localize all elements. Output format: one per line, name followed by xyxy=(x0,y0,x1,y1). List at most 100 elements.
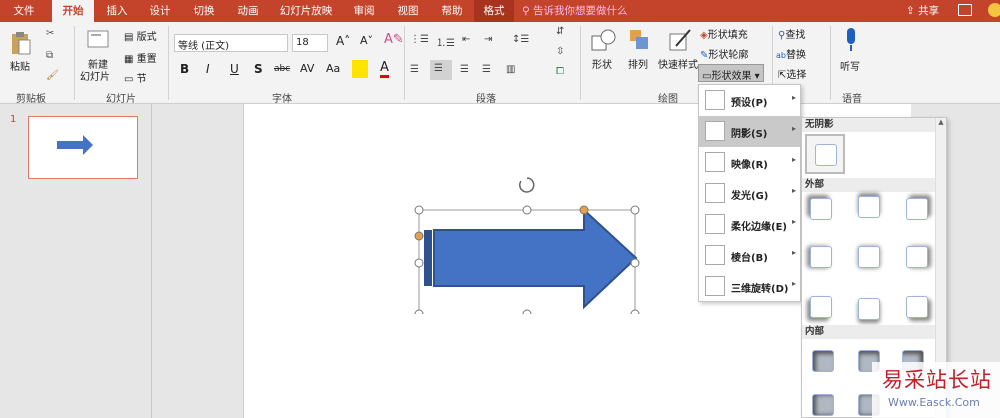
adjust-handle[interactable] xyxy=(579,205,589,215)
shapes-icon[interactable] xyxy=(590,28,616,54)
resize-handle[interactable] xyxy=(522,309,532,314)
outer-shadow-option[interactable] xyxy=(906,246,928,268)
scroll-up-icon[interactable]: ▲ xyxy=(936,118,946,126)
arrange-label[interactable]: 排列 xyxy=(628,56,648,71)
grow-font-icon[interactable]: A˄ xyxy=(336,34,350,48)
tab-animations[interactable]: 动画 xyxy=(228,0,268,22)
shapes-label[interactable]: 形状 xyxy=(592,56,612,71)
arrange-icon[interactable] xyxy=(628,28,650,52)
resize-handle[interactable] xyxy=(414,258,424,268)
menu-item-soft-edges[interactable]: 柔化边缘(E) ▸ xyxy=(699,209,802,240)
tab-slideshow[interactable]: 幻灯片放映 xyxy=(274,0,338,22)
align-left-icon[interactable]: ☰ xyxy=(410,64,419,75)
format-painter-icon[interactable]: 🖌 xyxy=(46,70,59,81)
shrink-font-icon[interactable]: A˅ xyxy=(360,34,373,47)
tab-format[interactable]: 格式 xyxy=(474,0,514,22)
resize-handle[interactable] xyxy=(522,205,532,215)
paste-label[interactable]: 粘贴 xyxy=(10,58,30,73)
smartart-icon[interactable]: ⧠ xyxy=(556,66,564,77)
tab-design[interactable]: 设计 xyxy=(140,0,180,22)
text-direction-icon[interactable]: ⇵ xyxy=(556,26,564,37)
clear-format-icon[interactable]: A✎ xyxy=(384,32,404,47)
highlight-icon[interactable] xyxy=(352,60,368,78)
menu-item-reflection[interactable]: 映像(R) ▸ xyxy=(699,147,802,178)
align-text-icon[interactable]: ⇳ xyxy=(556,46,564,57)
shape-outline-button[interactable]: ✎形状轮廓 xyxy=(700,46,748,61)
resize-handle[interactable] xyxy=(414,309,424,314)
new-slide-icon[interactable] xyxy=(87,28,109,50)
shape-effects-button[interactable]: ▭形状效果 ▾ xyxy=(698,64,764,82)
slide-thumbnail[interactable] xyxy=(28,116,138,179)
new-slide-label-2[interactable]: 幻灯片 xyxy=(80,68,110,83)
outer-shadow-option[interactable] xyxy=(858,196,880,218)
paste-icon[interactable] xyxy=(10,30,32,56)
tab-home[interactable]: 开始 xyxy=(52,0,94,22)
section-button[interactable]: ▭ 节 xyxy=(124,70,147,85)
outer-shadow-option[interactable] xyxy=(810,296,832,318)
tab-help[interactable]: 帮助 xyxy=(432,0,472,22)
replace-button[interactable]: ab替换 xyxy=(776,46,806,61)
outer-shadow-option[interactable] xyxy=(858,298,880,320)
align-right-icon[interactable]: ☰ xyxy=(460,64,469,75)
tab-transitions[interactable]: 切换 xyxy=(184,0,224,22)
bold-button[interactable]: B xyxy=(180,62,189,76)
rotate-handle-icon[interactable] xyxy=(519,177,535,193)
columns-icon[interactable]: ▥ xyxy=(506,64,515,75)
tab-insert[interactable]: 插入 xyxy=(98,0,136,22)
cut-icon[interactable]: ✂ xyxy=(46,28,54,39)
dictate-label[interactable]: 听写 xyxy=(840,58,860,73)
comment-icon[interactable] xyxy=(958,4,972,16)
change-case-button[interactable]: Aa xyxy=(326,62,340,75)
shadow-text-button[interactable]: S xyxy=(254,62,263,76)
quick-styles-label[interactable]: 快速样式 xyxy=(658,56,698,71)
quick-styles-icon[interactable] xyxy=(668,28,692,54)
replace-icon: ab xyxy=(776,51,786,60)
inner-shadow-option[interactable] xyxy=(812,394,834,416)
resize-handle[interactable] xyxy=(630,258,640,268)
decrease-indent-icon[interactable]: ⇤ xyxy=(462,34,470,45)
tell-me-box[interactable]: ⚲ 告诉我你想要做什么 xyxy=(522,0,628,22)
numbering-icon[interactable]: ⒈☰ xyxy=(436,34,455,49)
font-size-select[interactable]: 18 xyxy=(292,34,328,52)
microphone-icon[interactable] xyxy=(844,28,858,54)
font-color-button[interactable]: A xyxy=(380,60,389,78)
increase-indent-icon[interactable]: ⇥ xyxy=(484,34,492,45)
outer-shadow-option[interactable] xyxy=(906,198,928,220)
tab-review[interactable]: 审阅 xyxy=(344,0,384,22)
resize-handle[interactable] xyxy=(630,309,640,314)
align-center-icon[interactable]: ☰ xyxy=(430,60,452,80)
resize-handle[interactable] xyxy=(414,205,424,215)
bullets-icon[interactable]: ⋮☰ xyxy=(410,34,429,45)
smiley-icon[interactable] xyxy=(988,3,1000,17)
inner-shadow-option[interactable] xyxy=(812,350,834,372)
tab-view[interactable]: 视图 xyxy=(388,0,428,22)
shape-fill-button[interactable]: ◈形状填充 xyxy=(700,26,748,41)
copy-icon[interactable]: ⧉ xyxy=(46,50,53,61)
no-shadow-option[interactable] xyxy=(805,134,845,174)
tab-file[interactable]: 文件 xyxy=(4,0,44,22)
arrow-shape[interactable] xyxy=(410,174,670,314)
outer-shadow-option[interactable] xyxy=(810,198,832,220)
char-spacing-button[interactable]: AV xyxy=(300,62,314,75)
outer-shadow-option[interactable] xyxy=(858,246,880,268)
adjust-handle[interactable] xyxy=(414,231,424,241)
menu-item-3d-rotation[interactable]: 三维旋转(D) ▸ xyxy=(699,271,802,302)
italic-button[interactable]: I xyxy=(206,62,210,76)
share-button[interactable]: ⇪ 共享 xyxy=(906,0,939,22)
line-spacing-icon[interactable]: ↕☰ xyxy=(512,34,529,45)
resize-handle[interactable] xyxy=(630,205,640,215)
menu-item-shadow[interactable]: 阴影(S) ▸ xyxy=(699,116,802,147)
menu-item-glow[interactable]: 发光(G) ▸ xyxy=(699,178,802,209)
outer-shadow-option[interactable] xyxy=(906,296,928,318)
font-family-select[interactable]: 等线 (正文) xyxy=(174,34,288,52)
find-button[interactable]: ⚲查找 xyxy=(778,26,805,41)
outer-shadow-option[interactable] xyxy=(810,246,832,268)
justify-icon[interactable]: ☰ xyxy=(482,64,491,75)
reset-button[interactable]: ▦ 重置 xyxy=(124,50,157,65)
menu-item-preset[interactable]: 预设(P) ▸ xyxy=(699,85,802,116)
underline-button[interactable]: U xyxy=(230,62,239,76)
layout-button[interactable]: ▤ 版式 xyxy=(124,28,157,43)
menu-item-bevel[interactable]: 棱台(B) ▸ xyxy=(699,240,802,271)
select-button[interactable]: ⇱选择 xyxy=(778,66,806,81)
strikethrough-button[interactable]: abc xyxy=(274,64,290,74)
